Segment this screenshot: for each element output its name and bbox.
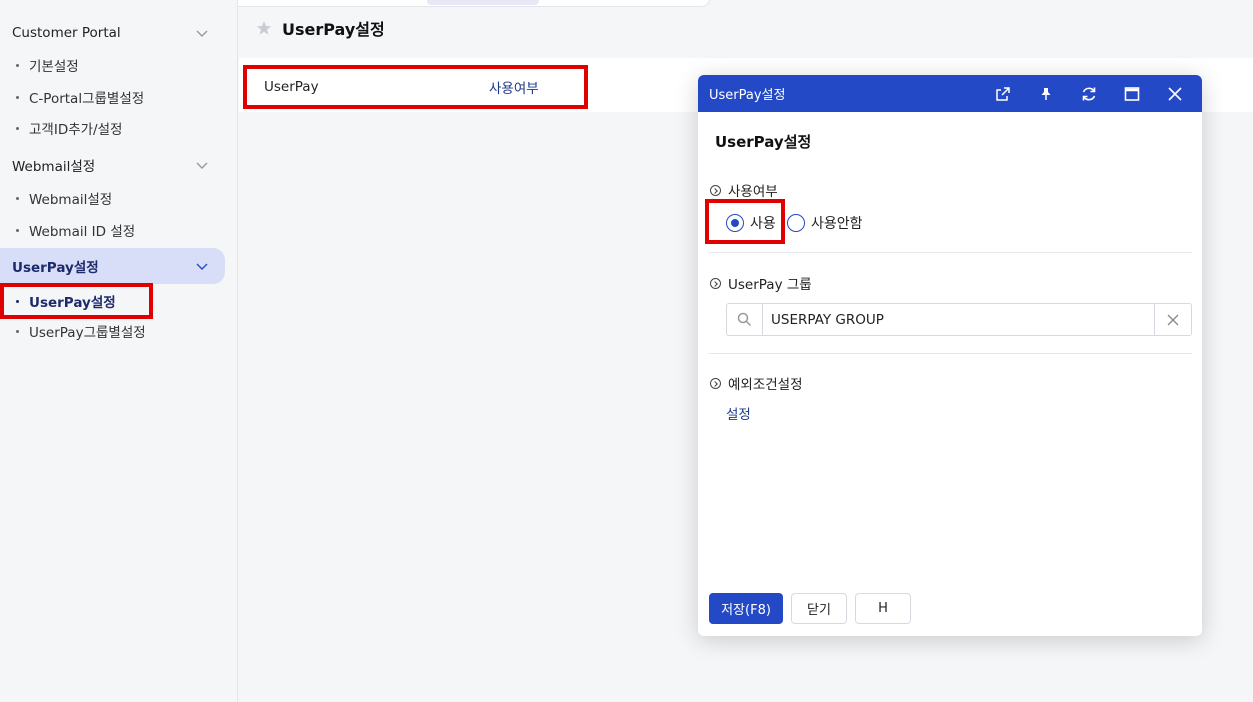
divider (708, 252, 1192, 253)
sidebar-item-basic-settings[interactable]: 기본설정 (0, 52, 79, 78)
radio-use[interactable]: 사용 (726, 213, 776, 233)
search-icon[interactable] (727, 304, 763, 335)
row-name: UserPay (264, 79, 319, 95)
dialog-header: UserPay설정 (698, 75, 1202, 112)
page-title: UserPay설정 (256, 16, 385, 40)
sidebar-group-webmail[interactable]: Webmail설정 (0, 147, 225, 183)
sidebar-item-userpay-settings[interactable]: UserPay설정 (0, 283, 153, 319)
sidebar-group-label: Customer Portal (12, 25, 121, 41)
sidebar-item-cportal-group[interactable]: C-Portal그룹별설정 (0, 84, 144, 110)
sidebar-group-customer-portal[interactable]: Customer Portal (0, 15, 225, 51)
bullet-icon (16, 299, 19, 303)
chevron-down-icon (196, 263, 208, 270)
star-icon[interactable] (256, 20, 272, 36)
save-button[interactable]: 저장(F8) (709, 593, 783, 624)
sidebar-item-label: C-Portal그룹별설정 (29, 91, 145, 107)
sidebar: Customer Portal 기본설정 C-Portal그룹별설정 고객ID추… (0, 0, 238, 702)
sidebar-item-label: UserPay설정 (29, 295, 116, 311)
sidebar-item-userpay-group[interactable]: UserPay그룹별설정 (0, 318, 146, 344)
userpay-group-value[interactable]: USERPAY GROUP (763, 312, 1154, 328)
dialog-header-title: UserPay설정 (709, 88, 786, 103)
close-button[interactable]: 닫기 (791, 593, 847, 624)
radio-label: 사용 (750, 216, 776, 232)
chevron-down-icon (196, 30, 208, 37)
section-label-text: UserPay 그룹 (728, 277, 812, 293)
circle-chevron-icon (710, 377, 721, 389)
userpay-row[interactable]: UserPay 사용여부 (243, 65, 588, 109)
radio-unselected-icon[interactable] (787, 214, 805, 232)
pin-icon[interactable] (1024, 75, 1067, 112)
sidebar-item-customer-id[interactable]: 고객ID추가/설정 (0, 115, 122, 141)
close-icon[interactable] (1153, 75, 1196, 112)
sidebar-item-webmail-id[interactable]: Webmail ID 설정 (0, 217, 135, 243)
bullet-icon (16, 63, 19, 67)
row-value-link[interactable]: 사용여부 (489, 77, 539, 97)
circle-chevron-icon (710, 184, 721, 196)
chevron-down-icon (196, 162, 208, 169)
bullet-icon (16, 95, 19, 99)
sidebar-item-label: Webmail설정 (29, 192, 113, 208)
top-tab-pill[interactable] (427, 0, 539, 5)
bullet-icon (16, 228, 19, 232)
sidebar-item-label: UserPay그룹별설정 (29, 325, 146, 341)
section-label-text: 예외조건설정 (728, 377, 803, 393)
sidebar-group-label: Webmail설정 (12, 159, 96, 175)
radio-not-use[interactable]: 사용안함 (787, 213, 863, 233)
sidebar-item-label: 고객ID추가/설정 (29, 122, 123, 138)
section-label-text: 사용여부 (728, 184, 778, 200)
sidebar-item-label: 기본설정 (29, 59, 79, 75)
exception-section-label: 예외조건설정 (710, 373, 803, 393)
userpay-group-field[interactable]: USERPAY GROUP (726, 303, 1192, 336)
exception-settings-link[interactable]: 설정 (726, 403, 751, 423)
refresh-icon[interactable] (1067, 75, 1110, 112)
bullet-icon (16, 329, 19, 333)
h-button[interactable]: H (855, 593, 911, 624)
sidebar-item-webmail-settings[interactable]: Webmail설정 (0, 185, 112, 211)
usage-section-label: 사용여부 (710, 180, 778, 200)
bullet-icon (16, 196, 19, 200)
divider (708, 353, 1192, 354)
circle-chevron-icon (710, 277, 721, 289)
sidebar-group-userpay[interactable]: UserPay설정 (0, 248, 225, 284)
dialog-title: UserPay설정 (715, 133, 812, 151)
radio-label: 사용안함 (811, 216, 863, 232)
radio-selected-icon[interactable] (726, 214, 744, 232)
page-title-text: UserPay설정 (282, 20, 385, 39)
top-bar-fragment (158, 0, 710, 7)
bullet-icon (16, 126, 19, 130)
external-link-icon[interactable] (981, 75, 1024, 112)
clear-icon[interactable] (1154, 304, 1191, 335)
sidebar-item-label: Webmail ID 설정 (29, 224, 136, 240)
userpay-settings-dialog: UserPay설정 UserPay설정 사용여부 사용 사용안함 UserPay… (698, 75, 1202, 636)
maximize-icon[interactable] (1110, 75, 1153, 112)
sidebar-group-label: UserPay설정 (12, 260, 99, 276)
group-section-label: UserPay 그룹 (710, 273, 812, 293)
dialog-header-icons (981, 75, 1196, 112)
